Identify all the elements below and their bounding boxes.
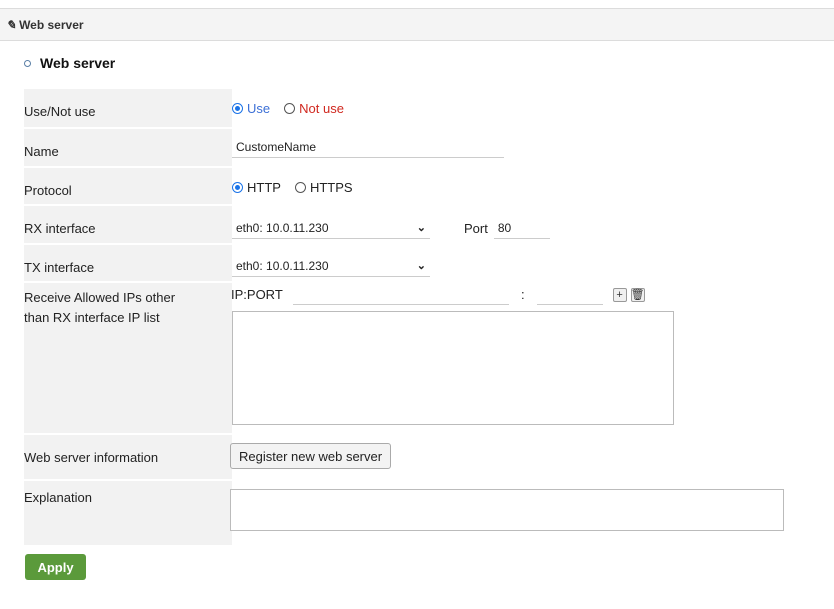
radio-http-indicator[interactable] xyxy=(232,182,243,193)
row-name: Name xyxy=(24,128,824,168)
apply-button[interactable]: Apply xyxy=(25,554,86,580)
row-rx: RX interface eth0: 10.0.11.230 ⌄ Port xyxy=(24,205,824,245)
radio-http[interactable]: HTTP xyxy=(232,180,281,195)
circle-bullet-icon xyxy=(24,59,31,67)
rx-interface-value: eth0: 10.0.11.230 xyxy=(236,220,329,235)
ip-port-separator: : xyxy=(521,287,525,302)
tx-interface-value: eth0: 10.0.11.230 xyxy=(236,258,329,273)
trash-icon[interactable]: 🗑 xyxy=(630,287,645,302)
section-title: Web server xyxy=(24,55,115,71)
settings-form: Use/Not use Use Not use Name Protocol HT… xyxy=(24,89,824,547)
radio-not-use-label: Not use xyxy=(299,101,344,116)
add-ip-button[interactable]: + xyxy=(612,287,627,302)
page-header: ✎ Web server xyxy=(0,8,834,41)
radio-use-indicator[interactable] xyxy=(232,103,243,114)
radio-https-label: HTTPS xyxy=(309,180,353,195)
name-input[interactable] xyxy=(232,137,504,158)
pencil-icon: ✎ xyxy=(6,17,17,32)
row-info: Web server information Register new web … xyxy=(24,434,824,481)
radio-not-use-indicator[interactable] xyxy=(284,103,296,114)
label-tx: TX interface xyxy=(24,260,95,275)
label-name: Name xyxy=(24,144,59,159)
ip-input[interactable] xyxy=(293,284,509,305)
row-tx: TX interface eth0: 10.0.11.230 ⌄ xyxy=(24,244,824,283)
label-protocol: Protocol xyxy=(24,183,72,198)
radio-https-indicator[interactable] xyxy=(294,182,306,193)
section-title-text: Web server xyxy=(40,55,116,71)
register-web-server-button[interactable]: Register new web server xyxy=(230,443,392,469)
label-allowed-line2: than RX interface IP list xyxy=(24,310,160,325)
chevron-down-icon: ⌄ xyxy=(416,260,426,272)
chevron-down-icon: ⌄ xyxy=(416,222,426,234)
radio-not-use[interactable]: Not use xyxy=(284,101,344,116)
page-header-title: Web server xyxy=(19,17,84,32)
ip-port-label: IP:PORT xyxy=(231,287,283,302)
tx-interface-select[interactable]: eth0: 10.0.11.230 ⌄ xyxy=(232,255,430,277)
label-rx: RX interface xyxy=(24,221,96,236)
row-protocol: Protocol HTTP HTTPS xyxy=(24,167,824,206)
label-explanation: Explanation xyxy=(24,490,92,505)
port-input[interactable] xyxy=(493,217,550,239)
label-use: Use/Not use xyxy=(24,104,96,119)
radio-use[interactable]: Use xyxy=(232,101,270,116)
radio-https[interactable]: HTTPS xyxy=(294,180,353,195)
allowed-ip-list[interactable] xyxy=(232,311,674,425)
label-info: Web server information xyxy=(24,450,159,465)
row-allowed-ips: Receive Allowed IPs other than RX interf… xyxy=(24,282,824,435)
port-entry-input[interactable] xyxy=(536,284,603,305)
explanation-input[interactable] xyxy=(230,489,784,531)
row-explanation: Explanation xyxy=(24,480,824,547)
radio-use-label: Use xyxy=(247,101,271,116)
port-label: Port xyxy=(464,220,488,236)
label-allowed-line1: Receive Allowed IPs other xyxy=(24,290,176,305)
row-use: Use/Not use Use Not use xyxy=(24,89,824,129)
radio-http-label: HTTP xyxy=(247,180,281,195)
rx-interface-select[interactable]: eth0: 10.0.11.230 ⌄ xyxy=(232,217,430,239)
